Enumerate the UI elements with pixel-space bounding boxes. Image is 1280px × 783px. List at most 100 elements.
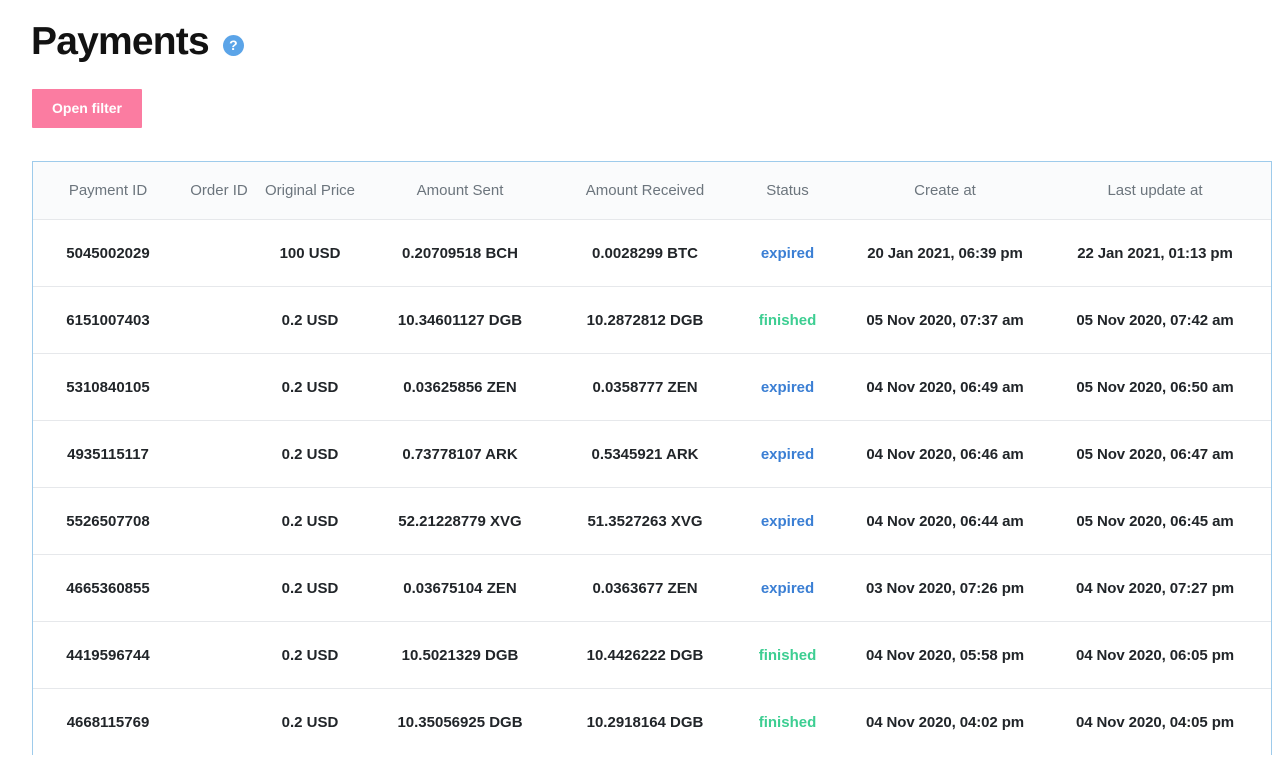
cell-amount-sent: 10.5021329 DGB — [365, 622, 555, 689]
status-badge: finished — [735, 689, 840, 756]
cell-original-price: 0.2 USD — [255, 354, 365, 421]
column-header-original-price[interactable]: Original Price — [255, 162, 365, 220]
filter-toolbar: Open filter — [0, 62, 1280, 128]
cell-order-id — [183, 287, 255, 354]
table-row[interactable]: 4935115117 0.2 USD0.73778107 ARK0.5345921… — [33, 421, 1272, 488]
payments-table: Payment ID Order ID Original Price Amoun… — [33, 162, 1272, 755]
cell-amount-received: 0.0028299 BTC — [555, 220, 735, 287]
cell-updated-at: 04 Nov 2020, 07:27 pm — [1050, 555, 1260, 622]
cell-amount-sent: 10.35056925 DGB — [365, 689, 555, 756]
cell-amount-received: 0.5345921 ARK — [555, 421, 735, 488]
cell-payment-id: 5045002029 — [33, 220, 183, 287]
question-circle-icon[interactable]: ? — [223, 35, 244, 56]
cell-amount-received: 0.0358777 ZEN — [555, 354, 735, 421]
column-header-actions: Actions — [1260, 162, 1272, 220]
page-header: Payments ? — [0, 0, 1280, 62]
cell-actions — [1260, 354, 1272, 421]
table-row[interactable]: 5310840105 0.2 USD0.03625856 ZEN0.0358777… — [33, 354, 1272, 421]
table-row[interactable]: 4668115769 0.2 USD10.35056925 DGB10.29181… — [33, 689, 1272, 756]
cell-actions — [1260, 421, 1272, 488]
cell-created-at: 04 Nov 2020, 04:02 pm — [840, 689, 1050, 756]
cell-actions — [1260, 488, 1272, 555]
cell-updated-at: 05 Nov 2020, 07:42 am — [1050, 287, 1260, 354]
cell-updated-at: 05 Nov 2020, 06:45 am — [1050, 488, 1260, 555]
cell-amount-sent: 0.03675104 ZEN — [365, 555, 555, 622]
cell-order-id — [183, 689, 255, 756]
cell-created-at: 03 Nov 2020, 07:26 pm — [840, 555, 1050, 622]
cell-original-price: 0.2 USD — [255, 421, 365, 488]
cell-payment-id: 4419596744 — [33, 622, 183, 689]
cell-updated-at: 22 Jan 2021, 01:13 pm — [1050, 220, 1260, 287]
cell-order-id — [183, 354, 255, 421]
cell-amount-sent: 52.21228779 XVG — [365, 488, 555, 555]
column-header-amount-received[interactable]: Amount Received — [555, 162, 735, 220]
cell-updated-at: 05 Nov 2020, 06:50 am — [1050, 354, 1260, 421]
cell-amount-sent: 0.73778107 ARK — [365, 421, 555, 488]
cell-payment-id: 4935115117 — [33, 421, 183, 488]
column-header-amount-sent[interactable]: Amount Sent — [365, 162, 555, 220]
status-badge: expired — [735, 555, 840, 622]
table-header: Payment ID Order ID Original Price Amoun… — [33, 162, 1272, 220]
cell-created-at: 05 Nov 2020, 07:37 am — [840, 287, 1050, 354]
cell-actions — [1260, 555, 1272, 622]
table-header-row: Payment ID Order ID Original Price Amoun… — [33, 162, 1272, 220]
cell-order-id — [183, 555, 255, 622]
cell-updated-at: 05 Nov 2020, 06:47 am — [1050, 421, 1260, 488]
table-row[interactable]: 6151007403 0.2 USD10.34601127 DGB10.28728… — [33, 287, 1272, 354]
cell-created-at: 20 Jan 2021, 06:39 pm — [840, 220, 1050, 287]
cell-updated-at: 04 Nov 2020, 04:05 pm — [1050, 689, 1260, 756]
cell-updated-at: 04 Nov 2020, 06:05 pm — [1050, 622, 1260, 689]
cell-order-id — [183, 622, 255, 689]
cell-created-at: 04 Nov 2020, 06:44 am — [840, 488, 1050, 555]
cell-original-price: 0.2 USD — [255, 287, 365, 354]
cell-created-at: 04 Nov 2020, 06:46 am — [840, 421, 1050, 488]
cell-amount-received: 0.0363677 ZEN — [555, 555, 735, 622]
cell-amount-sent: 0.20709518 BCH — [365, 220, 555, 287]
status-badge: expired — [735, 220, 840, 287]
status-badge: expired — [735, 421, 840, 488]
table-row[interactable]: 4665360855 0.2 USD0.03675104 ZEN0.0363677… — [33, 555, 1272, 622]
table-row[interactable]: 5526507708 0.2 USD52.21228779 XVG51.35272… — [33, 488, 1272, 555]
cell-payment-id: 4668115769 — [33, 689, 183, 756]
cell-amount-received: 10.4426222 DGB — [555, 622, 735, 689]
column-header-order-id[interactable]: Order ID — [183, 162, 255, 220]
open-filter-button[interactable]: Open filter — [32, 89, 142, 128]
page-title: Payments — [31, 20, 209, 64]
cell-payment-id: 5526507708 — [33, 488, 183, 555]
cell-payment-id: 6151007403 — [33, 287, 183, 354]
cell-original-price: 0.2 USD — [255, 488, 365, 555]
cell-amount-received: 10.2918164 DGB — [555, 689, 735, 756]
cell-amount-received: 51.3527263 XVG — [555, 488, 735, 555]
status-badge: finished — [735, 287, 840, 354]
cell-actions — [1260, 287, 1272, 354]
cell-original-price: 0.2 USD — [255, 622, 365, 689]
cell-actions — [1260, 622, 1272, 689]
cell-payment-id: 5310840105 — [33, 354, 183, 421]
cell-original-price: 0.2 USD — [255, 555, 365, 622]
cell-actions — [1260, 220, 1272, 287]
cell-created-at: 04 Nov 2020, 05:58 pm — [840, 622, 1050, 689]
cell-created-at: 04 Nov 2020, 06:49 am — [840, 354, 1050, 421]
status-badge: expired — [735, 354, 840, 421]
cell-payment-id: 4665360855 — [33, 555, 183, 622]
column-header-payment-id[interactable]: Payment ID — [33, 162, 183, 220]
cell-order-id — [183, 421, 255, 488]
status-badge: finished — [735, 622, 840, 689]
cell-order-id — [183, 488, 255, 555]
cell-order-id — [183, 220, 255, 287]
column-header-status[interactable]: Status — [735, 162, 840, 220]
payments-table-container: Payment ID Order ID Original Price Amoun… — [32, 161, 1272, 755]
cell-amount-sent: 10.34601127 DGB — [365, 287, 555, 354]
cell-actions — [1260, 689, 1272, 756]
table-row[interactable]: 5045002029 100 USD0.20709518 BCH0.0028299… — [33, 220, 1272, 287]
payments-page: Payments ? Open filter Payment ID Order … — [0, 0, 1280, 783]
cell-original-price: 100 USD — [255, 220, 365, 287]
column-header-create-at[interactable]: Create at — [840, 162, 1050, 220]
status-badge: expired — [735, 488, 840, 555]
cell-original-price: 0.2 USD — [255, 689, 365, 756]
table-body: 5045002029 100 USD0.20709518 BCH0.0028299… — [33, 220, 1272, 756]
column-header-last-update-at[interactable]: Last update at — [1050, 162, 1260, 220]
cell-amount-received: 10.2872812 DGB — [555, 287, 735, 354]
cell-amount-sent: 0.03625856 ZEN — [365, 354, 555, 421]
table-row[interactable]: 4419596744 0.2 USD10.5021329 DGB10.442622… — [33, 622, 1272, 689]
